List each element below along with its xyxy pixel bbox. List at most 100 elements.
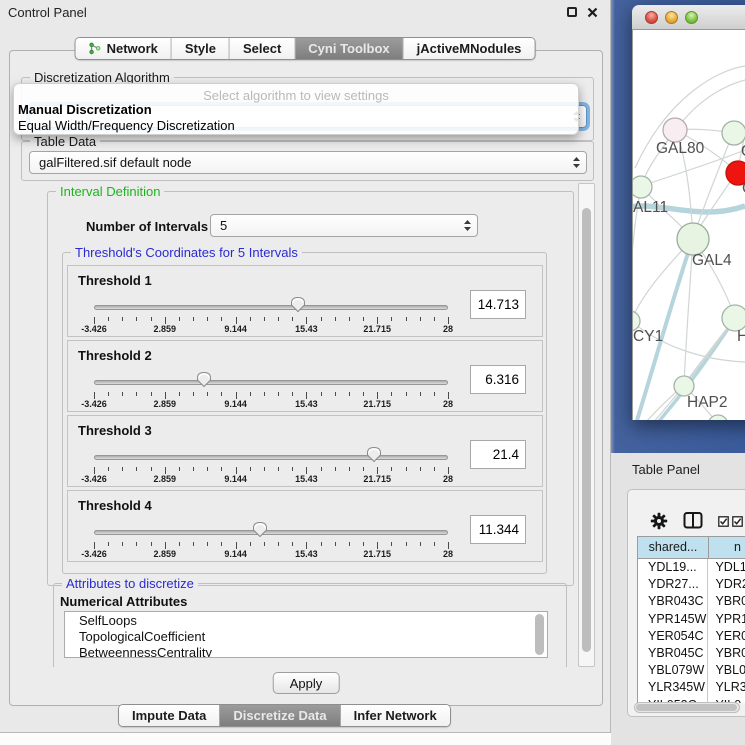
close-icon[interactable] bbox=[587, 7, 598, 18]
tab-style[interactable]: Style bbox=[172, 38, 230, 59]
slider-track[interactable] bbox=[94, 530, 448, 535]
tick-mark bbox=[391, 542, 392, 546]
close-traffic-light-icon[interactable] bbox=[645, 11, 658, 24]
float-window-icon[interactable] bbox=[567, 7, 577, 17]
table-cell[interactable]: YLR345W bbox=[638, 679, 708, 696]
table-cell[interactable]: YER0 bbox=[708, 628, 745, 645]
table-cell[interactable]: YBR043C bbox=[638, 593, 708, 610]
horizontal-scrollbar[interactable] bbox=[634, 702, 740, 713]
threshold-label: Threshold 1 bbox=[78, 273, 152, 288]
tick-mark bbox=[391, 467, 392, 471]
network-canvas[interactable]: GAL80GCGAL11GAL4GCY1HHAP2 bbox=[632, 30, 745, 420]
tab-discretize-data[interactable]: Discretize Data bbox=[220, 705, 340, 726]
table-cell[interactable]: YPR1 bbox=[708, 611, 745, 628]
vertical-scrollbar[interactable] bbox=[578, 183, 595, 667]
tick-mark bbox=[250, 317, 251, 321]
attribute-list-item[interactable]: BetweennessCentrality bbox=[65, 645, 547, 658]
threshold-value-field[interactable]: 6.316 bbox=[470, 365, 526, 394]
threshold-slider[interactable]: -3.4262.8599.14415.4321.71528 bbox=[94, 298, 448, 334]
network-node-hap2[interactable] bbox=[674, 376, 694, 396]
tab-infer-network[interactable]: Infer Network bbox=[341, 705, 450, 726]
slider-thumb[interactable] bbox=[290, 296, 306, 318]
gear-icon[interactable] bbox=[650, 512, 668, 530]
minimize-traffic-light-icon[interactable] bbox=[665, 11, 678, 24]
table-data-combobox[interactable]: galFiltered.sif default node bbox=[29, 151, 587, 174]
slider-thumb[interactable] bbox=[252, 521, 268, 543]
vertical-scrollbar-thumb[interactable] bbox=[582, 208, 591, 652]
tick-mark bbox=[207, 542, 208, 546]
slider-track[interactable] bbox=[94, 455, 448, 460]
tick-mark bbox=[448, 542, 449, 549]
attribute-list-item[interactable]: SelfLoops bbox=[65, 613, 547, 628]
tick-mark bbox=[292, 392, 293, 396]
node-table: shared...n YDL19...YDL1YDR27...YDR2YBR04… bbox=[637, 536, 745, 703]
tick-mark bbox=[193, 392, 194, 396]
tab-select[interactable]: Select bbox=[230, 38, 295, 59]
tick-mark bbox=[207, 467, 208, 471]
tick-label: 15.43 bbox=[281, 549, 331, 559]
horizontal-scrollbar-thumb[interactable] bbox=[636, 704, 737, 711]
table-cell[interactable]: YBL079W bbox=[638, 662, 708, 679]
slider-thumb[interactable] bbox=[196, 371, 212, 393]
checkbox-icon[interactable] bbox=[718, 516, 729, 527]
threshold-slider[interactable]: -3.4262.8599.14415.4321.71528 bbox=[94, 523, 448, 559]
table-row[interactable]: YER054CYER0 bbox=[638, 628, 745, 645]
table-cell[interactable]: YBR0 bbox=[708, 593, 745, 610]
table-row[interactable]: YPR145WYPR1 bbox=[638, 611, 745, 628]
threshold-3-panel: Threshold 3-3.4262.8599.14415.4321.71528… bbox=[67, 415, 543, 487]
threshold-slider[interactable]: -3.4262.8599.14415.4321.71528 bbox=[94, 448, 448, 484]
table-column-header[interactable]: n bbox=[708, 536, 745, 559]
table-row[interactable]: YBR045CYBR0 bbox=[638, 645, 745, 662]
network-window-titlebar[interactable] bbox=[632, 5, 745, 30]
right-panel: GAL80GCGAL11GAL4GCY1HHAP2 Table Panel bbox=[611, 0, 745, 745]
number-of-intervals-combobox[interactable]: 5 bbox=[210, 214, 478, 237]
table-row[interactable]: YBL079WYBL0 bbox=[638, 662, 745, 679]
tick-label: 28 bbox=[423, 324, 473, 334]
table-row[interactable]: YDR27...YDR2 bbox=[638, 576, 745, 593]
table-cell[interactable]: YLR3 bbox=[708, 679, 745, 696]
tab-cyni-toolbox[interactable]: Cyni Toolbox bbox=[295, 38, 403, 59]
apply-button[interactable]: Apply bbox=[273, 672, 340, 694]
network-node-gal4[interactable] bbox=[677, 223, 709, 255]
network-node-g[interactable] bbox=[722, 121, 745, 145]
checkbox-icon[interactable] bbox=[732, 516, 743, 527]
tick-mark bbox=[108, 317, 109, 321]
algorithm-option-equal-width-frequency[interactable]: Equal Width/Frequency Discretization bbox=[18, 118, 568, 133]
slider-thumb[interactable] bbox=[366, 446, 382, 468]
tick-mark bbox=[151, 317, 152, 321]
threshold-value-field[interactable]: 14.713 bbox=[470, 290, 526, 319]
table-row[interactable]: YBR043CYBR0 bbox=[638, 593, 745, 610]
table-cell[interactable]: YBR0 bbox=[708, 645, 745, 662]
table-cell[interactable]: YBL0 bbox=[708, 662, 745, 679]
slider-track[interactable] bbox=[94, 380, 448, 385]
numerical-attributes-list[interactable]: SelfLoopsTopologicalCoefficientBetweenne… bbox=[64, 611, 548, 658]
tick-mark bbox=[420, 467, 421, 471]
tick-label: 15.43 bbox=[281, 399, 331, 409]
table-cell[interactable]: YDR2 bbox=[708, 576, 745, 593]
network-node-gal80[interactable] bbox=[663, 118, 687, 142]
threshold-slider[interactable]: -3.4262.8599.14415.4321.71528 bbox=[94, 373, 448, 409]
table-row[interactable]: YDL19...YDL1 bbox=[638, 559, 745, 576]
table-column-header[interactable]: shared... bbox=[637, 536, 708, 559]
table-cell[interactable]: YPR145W bbox=[638, 611, 708, 628]
attribute-list-item[interactable]: TopologicalCoefficient bbox=[65, 629, 547, 644]
tick-label: 15.43 bbox=[281, 474, 331, 484]
tab-network[interactable]: Network bbox=[76, 38, 172, 59]
split-columns-icon[interactable] bbox=[683, 511, 703, 530]
table-cell[interactable]: YDL1 bbox=[708, 559, 745, 576]
table-data-combo-value: galFiltered.sif default node bbox=[39, 155, 191, 170]
table-cell[interactable]: YDR27... bbox=[638, 576, 708, 593]
network-node-gal11[interactable] bbox=[633, 176, 652, 198]
algorithm-option-manual-discretization[interactable]: Manual Discretization bbox=[18, 102, 568, 117]
table-cell[interactable]: YER054C bbox=[638, 628, 708, 645]
table-row[interactable]: YLR345WYLR3 bbox=[638, 679, 745, 696]
table-cell[interactable]: YBR045C bbox=[638, 645, 708, 662]
tab-jactivemnodules[interactable]: jActiveMNodules bbox=[404, 38, 535, 59]
tick-mark bbox=[94, 467, 95, 474]
threshold-value-field[interactable]: 21.4 bbox=[470, 440, 526, 469]
tab-impute-data[interactable]: Impute Data bbox=[119, 705, 220, 726]
threshold-value-field[interactable]: 11.344 bbox=[470, 515, 526, 544]
slider-track[interactable] bbox=[94, 305, 448, 310]
table-cell[interactable]: YDL19... bbox=[638, 559, 708, 576]
zoom-traffic-light-icon[interactable] bbox=[685, 11, 698, 24]
